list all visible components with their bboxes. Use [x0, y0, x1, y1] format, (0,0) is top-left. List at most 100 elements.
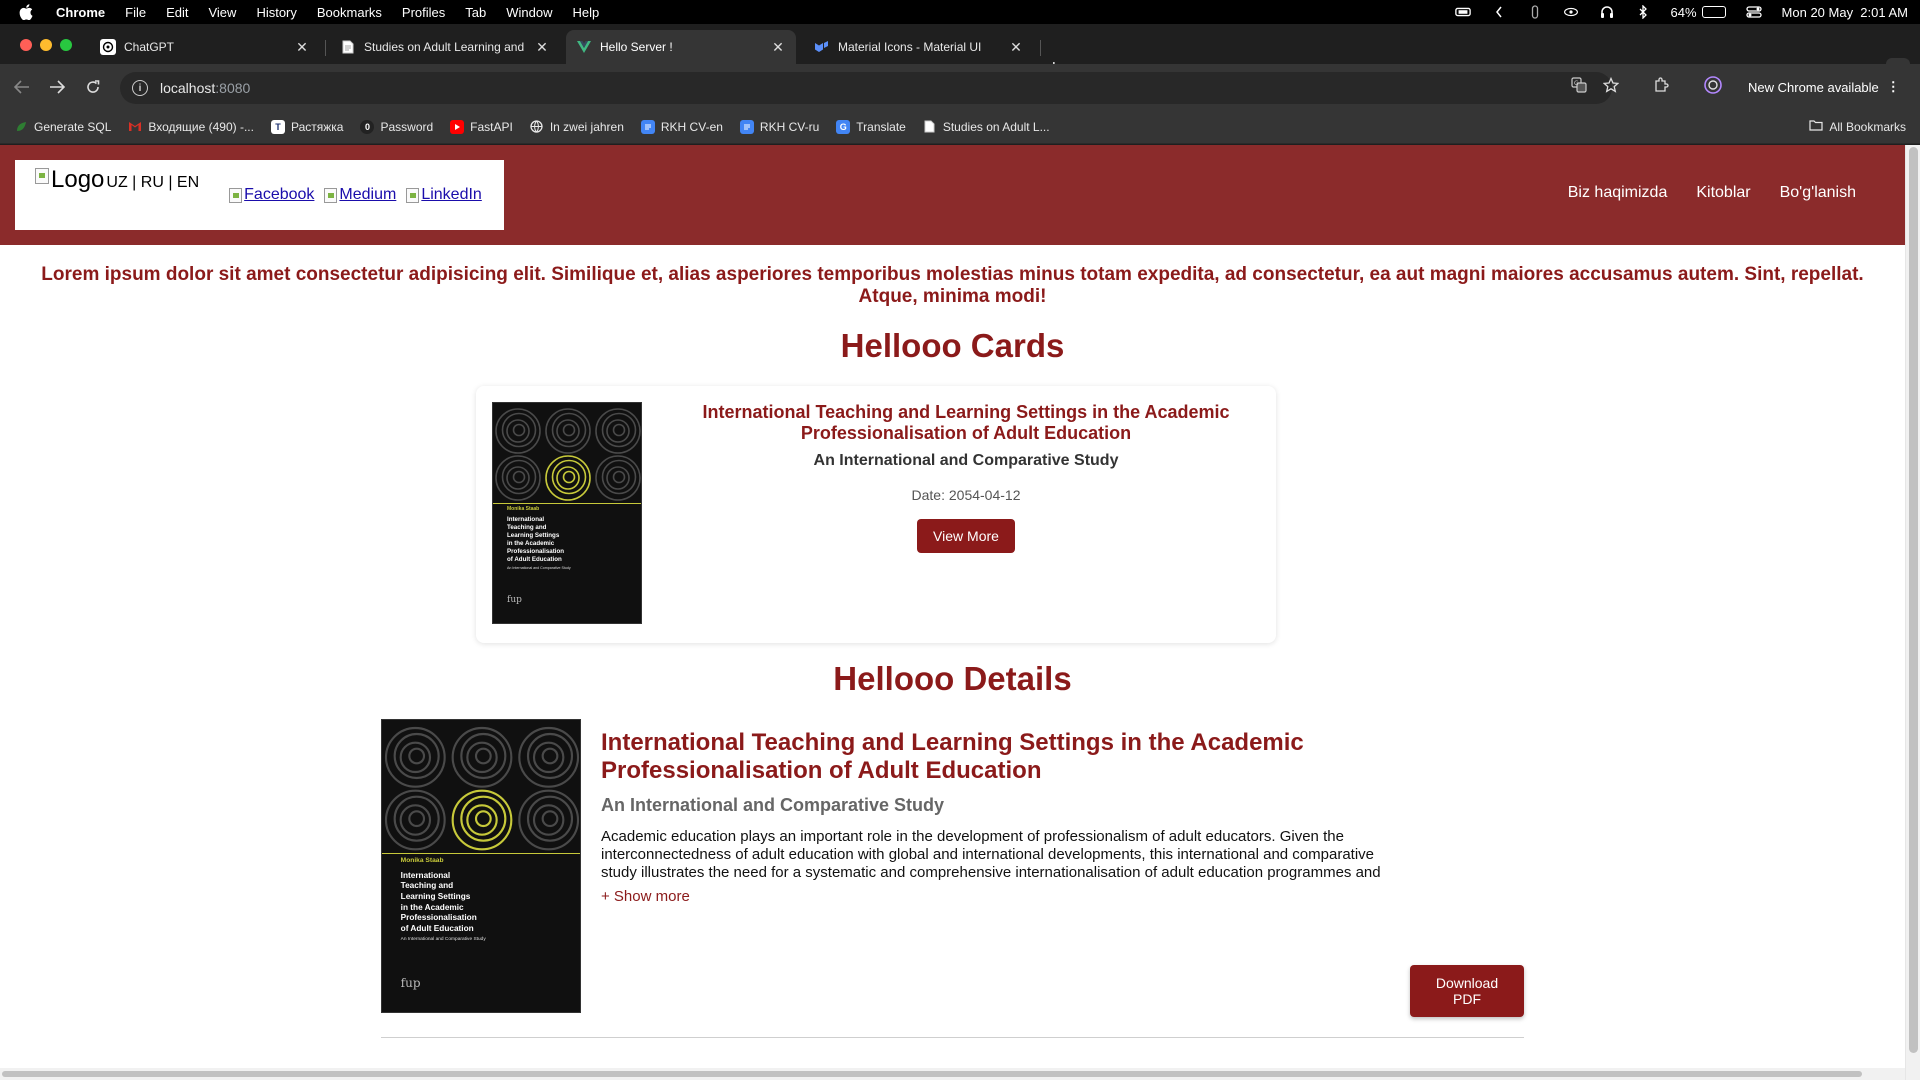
- cover-spiral: [595, 408, 641, 454]
- linkedin-link[interactable]: LinkedIn: [406, 186, 482, 204]
- more-options-icon[interactable]: ⋮: [1887, 79, 1900, 95]
- cover-author: Monika Staab: [400, 857, 444, 865]
- bookmark-label: Studies on Adult L...: [942, 119, 1050, 134]
- bookmark-item[interactable]: In zwei jahren: [530, 120, 624, 134]
- cover-spiral: [451, 726, 513, 788]
- cover-subtitle: An International and Comparative Study: [400, 937, 486, 943]
- close-tab-icon[interactable]: ✕: [294, 39, 310, 55]
- bookmark-item[interactable]: FastAPI: [450, 119, 513, 134]
- bookmark-item[interactable]: G Translate: [836, 119, 906, 134]
- chevron-left-icon[interactable]: [1491, 5, 1507, 19]
- leaf-icon: [14, 120, 28, 134]
- medium-label: Medium: [339, 186, 397, 203]
- menu-window[interactable]: Window: [506, 5, 552, 20]
- menu-profiles[interactable]: Profiles: [402, 5, 445, 20]
- tab-title: Studies on Adult Learning and: [364, 40, 525, 54]
- menu-bookmarks[interactable]: Bookmarks: [317, 5, 382, 20]
- nav-about[interactable]: Biz haqimizda: [1568, 184, 1668, 202]
- bookmark-item[interactable]: T Растяжка: [270, 119, 344, 134]
- cover-spiral: [451, 789, 513, 851]
- reload-button[interactable]: [81, 75, 105, 99]
- profile-avatar-icon[interactable]: [1700, 72, 1726, 98]
- close-tab-icon[interactable]: ✕: [1008, 39, 1024, 55]
- display-icon[interactable]: [1454, 5, 1471, 19]
- bookmark-item[interactable]: RKH CV-ru: [739, 119, 819, 134]
- cover-title: International Teaching and Learning Settin…: [507, 516, 565, 563]
- control-center-icon[interactable]: [1745, 5, 1762, 19]
- medium-link[interactable]: Medium: [324, 186, 396, 204]
- cover-publisher-logo: fup: [400, 976, 421, 990]
- language-switcher[interactable]: UZ | RU | EN: [106, 174, 199, 192]
- nav-contact[interactable]: Bo'g'lanish: [1780, 184, 1856, 202]
- bookmark-item[interactable]: RKH CV-en: [640, 119, 723, 134]
- tab-material-icons[interactable]: Material Icons - Material UI ✕: [804, 30, 1034, 64]
- battery-status[interactable]: 64%: [1671, 5, 1726, 20]
- close-tab-icon[interactable]: ✕: [534, 39, 550, 55]
- mui-icon: [814, 39, 830, 55]
- close-window-button[interactable]: [20, 39, 32, 51]
- broken-image-icon: [406, 187, 420, 203]
- menu-help[interactable]: Help: [573, 5, 600, 20]
- book-card-body: International Teaching and Learning Sett…: [676, 402, 1256, 553]
- logo-image[interactable]: Logo: [35, 168, 104, 202]
- headphones-icon[interactable]: [1599, 5, 1615, 19]
- horizontal-scrollbar[interactable]: [0, 1068, 1905, 1080]
- nav-books[interactable]: Kitoblar: [1696, 184, 1750, 202]
- vertical-scrollbar[interactable]: [1905, 145, 1920, 1080]
- cloud-link-icon[interactable]: [1563, 5, 1579, 19]
- new-chrome-available-button[interactable]: New Chrome available ⋮: [1740, 73, 1910, 101]
- close-tab-icon[interactable]: ✕: [770, 39, 786, 55]
- menu-app-name[interactable]: Chrome: [56, 5, 105, 20]
- tab-studies-adult-learning[interactable]: Studies on Adult Learning and ✕: [330, 30, 560, 64]
- bookmark-item[interactable]: Generate SQL: [14, 120, 111, 134]
- facebook-link[interactable]: Facebook: [229, 186, 314, 204]
- bookmark-item[interactable]: Studies on Adult L...: [923, 120, 1050, 134]
- download-pdf-label: Download PDF: [1435, 975, 1499, 1007]
- bluetooth-icon[interactable]: [1635, 5, 1651, 19]
- bookmark-item[interactable]: 0 Password: [360, 119, 433, 134]
- zoom-window-button[interactable]: [60, 39, 72, 51]
- tab-hello-server[interactable]: Hello Server ! ✕: [566, 30, 796, 64]
- menu-edit[interactable]: Edit: [166, 5, 188, 20]
- forward-button[interactable]: [45, 75, 69, 99]
- menu-history[interactable]: History: [256, 5, 296, 20]
- intro-text: Lorem ipsum dolor sit amet consectetur a…: [41, 264, 1864, 307]
- translate-page-icon[interactable]: G: [1566, 72, 1592, 98]
- book-card-title: International Teaching and Learning Sett…: [702, 402, 1230, 443]
- address-bar[interactable]: i localhost:8080: [120, 72, 1612, 104]
- minimize-window-button[interactable]: [40, 39, 52, 51]
- menu-clock[interactable]: Mon 20 May 2:01 AM: [1782, 5, 1908, 20]
- chatgpt-icon: [100, 39, 116, 55]
- menu-tab[interactable]: Tab: [465, 5, 486, 20]
- scrollbar-thumb[interactable]: [2, 1071, 1862, 1077]
- menu-file[interactable]: File: [125, 5, 146, 20]
- cover-rule: [493, 503, 641, 504]
- apple-icon[interactable]: [18, 4, 34, 20]
- tab-title: Hello Server !: [600, 40, 673, 54]
- tab-title: Material Icons - Material UI: [838, 40, 982, 54]
- download-pdf-button[interactable]: Download PDF: [1410, 965, 1524, 1017]
- facebook-label: Facebook: [244, 186, 315, 203]
- cover-spiral: [545, 408, 591, 454]
- bookmark-label: Растяжка: [290, 119, 344, 134]
- bookmark-label: In zwei jahren: [549, 119, 624, 134]
- view-more-button[interactable]: View More: [917, 519, 1015, 553]
- all-bookmarks-button[interactable]: All Bookmarks: [1809, 119, 1906, 134]
- bookmark-star-icon[interactable]: [1598, 72, 1624, 98]
- back-button[interactable]: [10, 75, 34, 99]
- scrollbar-thumb[interactable]: [1909, 147, 1918, 1053]
- gmail-icon: [128, 120, 142, 134]
- book-cover-image[interactable]: Monika Staab International Teaching and Lea…: [492, 402, 642, 624]
- tab-chatgpt[interactable]: ChatGPT ✕: [90, 30, 320, 64]
- linkedin-label: LinkedIn: [421, 186, 482, 203]
- paperclip-icon[interactable]: [1527, 5, 1543, 19]
- social-links: Facebook Medium LinkedIn: [229, 186, 482, 204]
- extensions-icon[interactable]: [1648, 72, 1674, 98]
- show-more-link[interactable]: + Show more: [601, 888, 1411, 905]
- bookmark-item[interactable]: Входящие (490) -...: [128, 120, 254, 134]
- site-info-icon[interactable]: i: [132, 80, 148, 96]
- macos-menu-bar: Chrome File Edit View History Bookmarks …: [0, 0, 1920, 24]
- menu-view[interactable]: View: [208, 5, 236, 20]
- cover-subtitle: An International and Comparative Study: [507, 566, 571, 570]
- broken-image-icon: [324, 187, 338, 203]
